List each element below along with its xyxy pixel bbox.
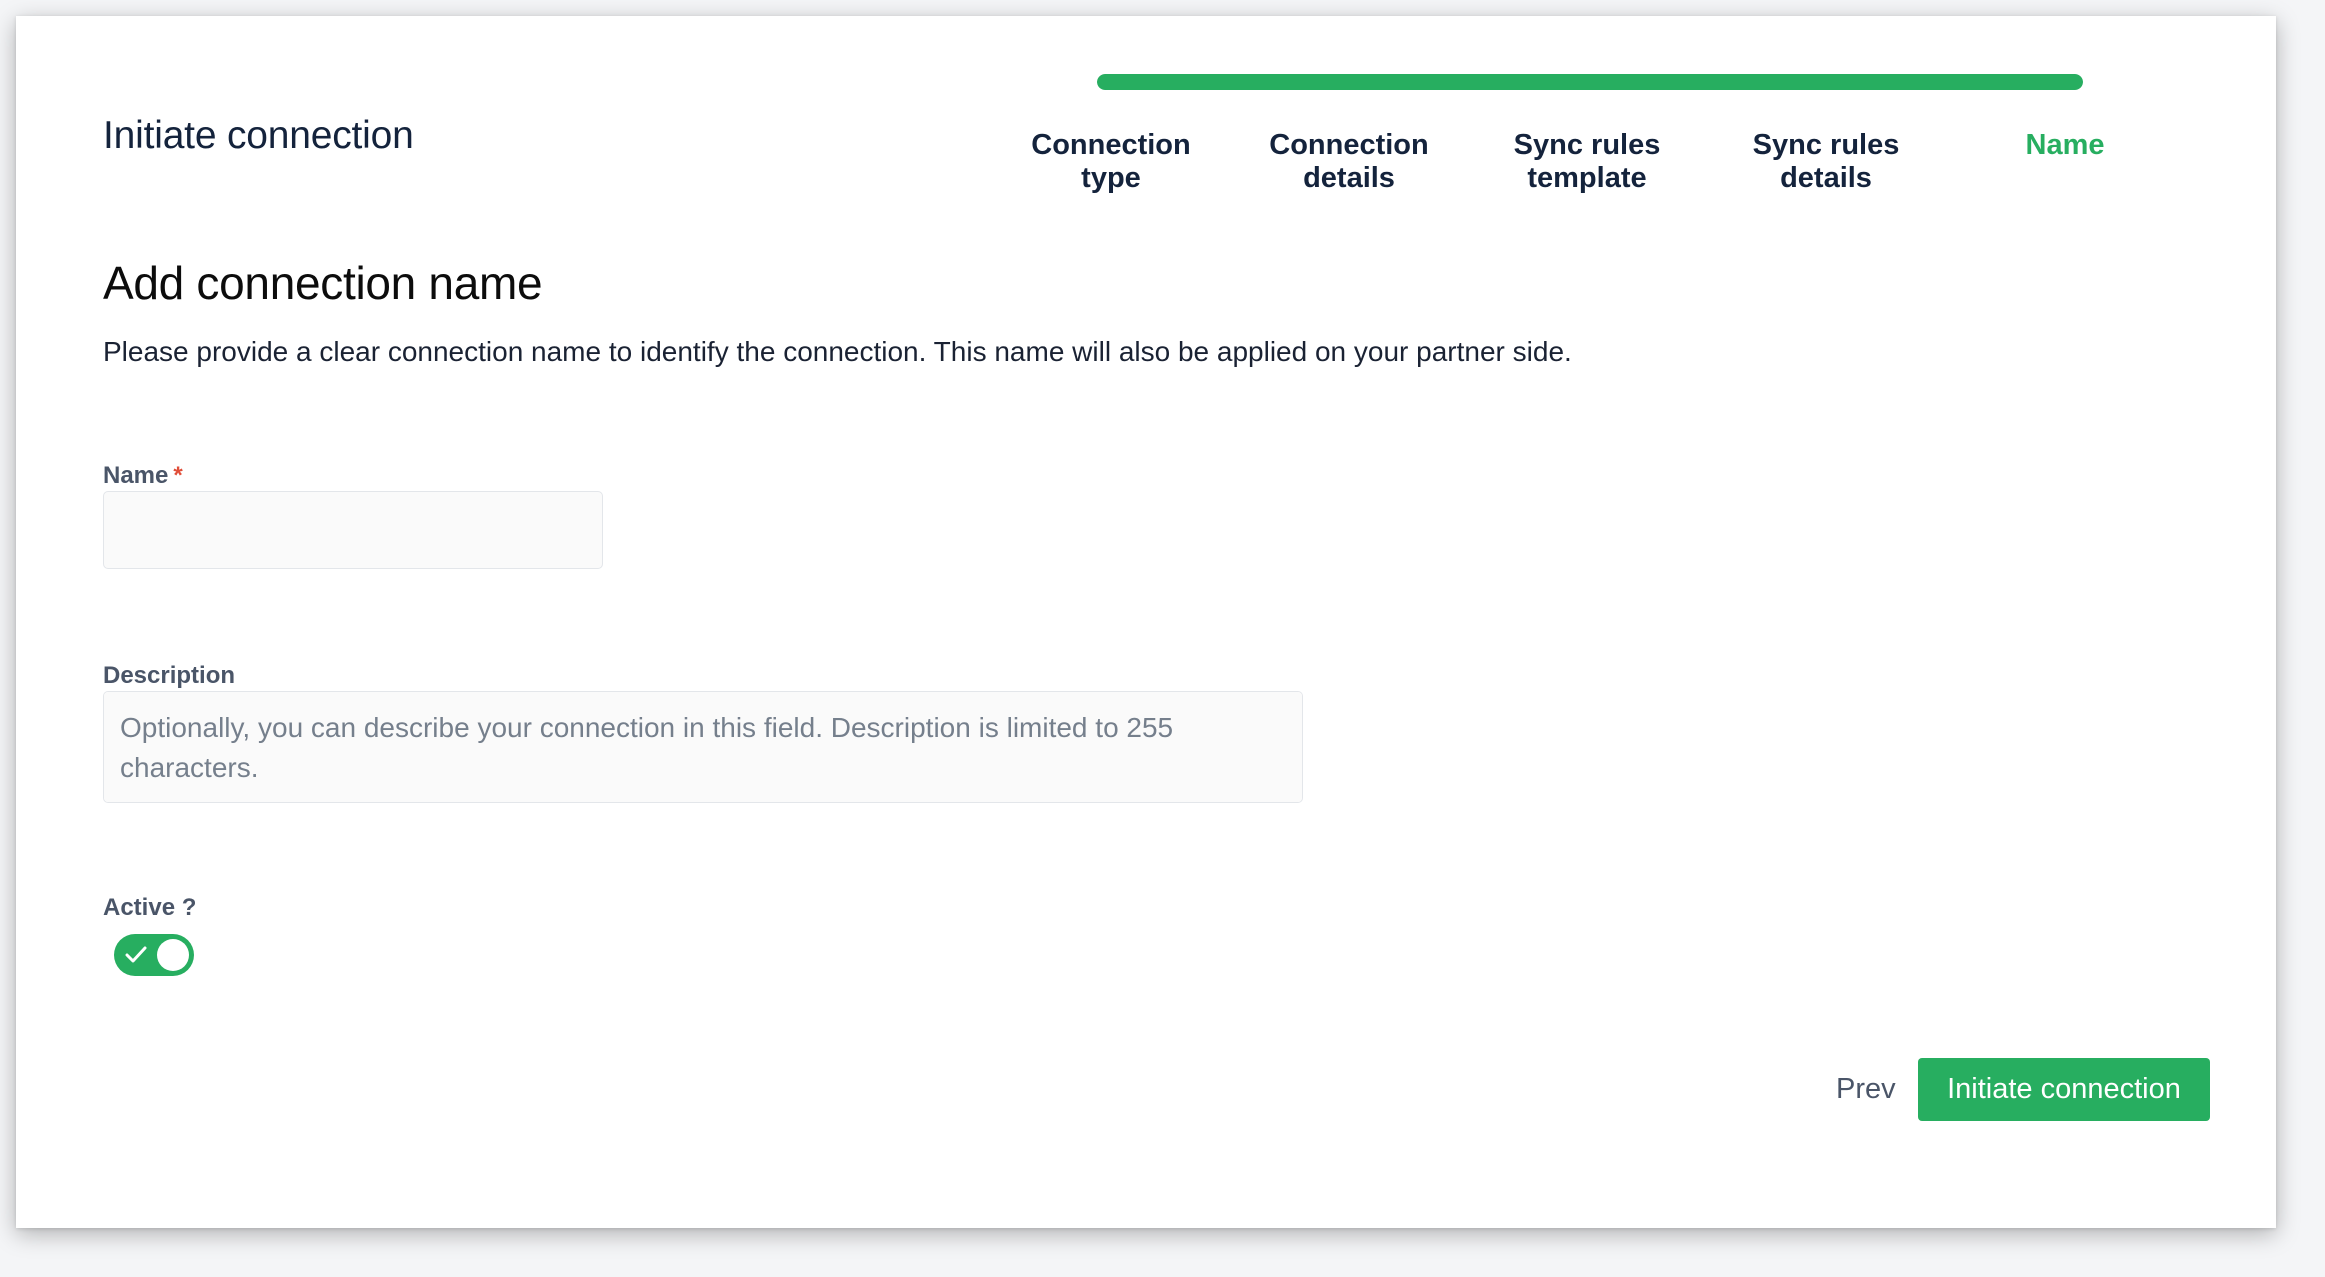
description-textarea[interactable] (103, 691, 1303, 803)
required-asterisk: * (173, 462, 183, 489)
step-name: Name (2025, 129, 2105, 161)
wizard-progress-fill (1097, 74, 2083, 90)
step-connection-details: Connection details (1269, 129, 1429, 194)
page-title: Initiate connection (103, 114, 414, 157)
toggle-knob (157, 939, 189, 971)
name-label-text: Name (103, 462, 169, 489)
description-field-label: Description (103, 662, 236, 689)
wizard-card: Initiate connection Connection type Conn… (16, 16, 2276, 1228)
active-toggle[interactable] (114, 934, 194, 976)
section-title: Add connection name (103, 257, 543, 309)
section-description: Please provide a clear connection name t… (103, 336, 1572, 367)
name-input[interactable] (103, 491, 603, 569)
step-connection-type: Connection type (1031, 129, 1191, 194)
active-field-label: Active ? (103, 894, 197, 921)
initiate-connection-button[interactable]: Initiate connection (1918, 1058, 2210, 1121)
prev-button[interactable]: Prev (1828, 1058, 1904, 1121)
check-icon (125, 946, 147, 963)
step-sync-rules-details: Sync rules details (1752, 129, 1900, 194)
wizard-progress-bar (1097, 74, 2083, 90)
step-sync-rules-template: Sync rules template (1513, 129, 1661, 194)
name-field-label: Name * (103, 462, 183, 490)
